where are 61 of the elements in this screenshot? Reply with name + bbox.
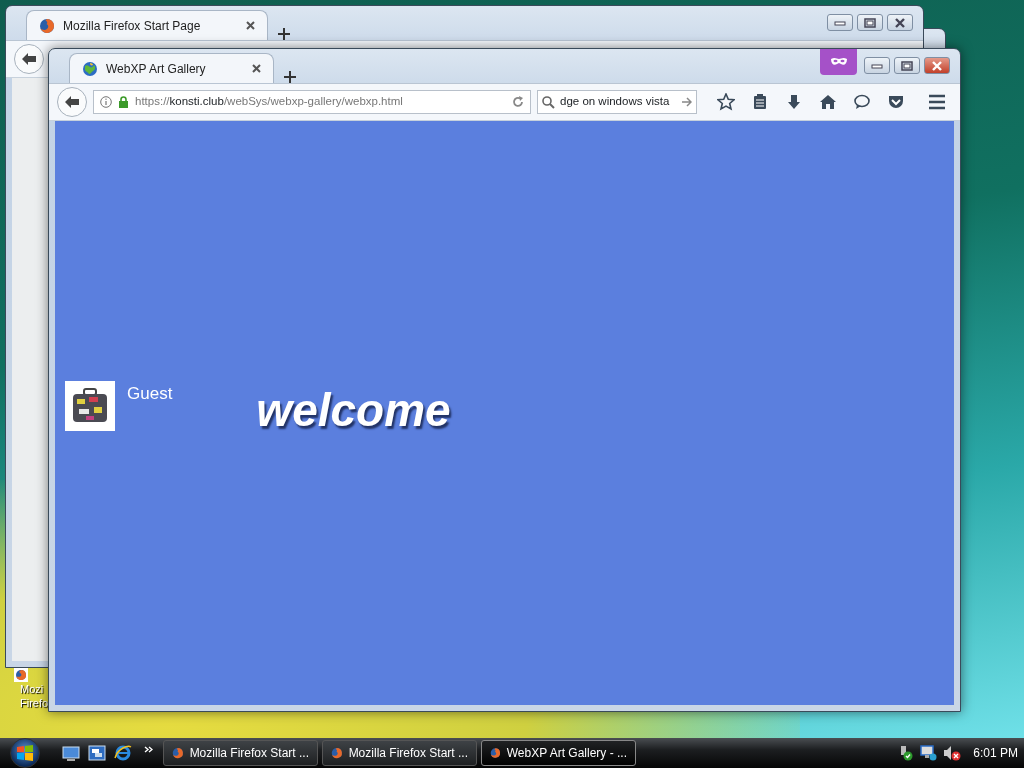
clipboard-list-icon[interactable] <box>751 93 769 111</box>
close-button[interactable] <box>887 14 913 31</box>
firefox-icon <box>490 745 501 761</box>
new-tab-icon[interactable] <box>283 71 296 83</box>
globe-icon <box>82 60 98 77</box>
chat-bubble-icon[interactable] <box>853 93 871 111</box>
welcome-heading: welcome <box>256 383 451 433</box>
browser-e-icon[interactable] <box>114 744 132 762</box>
firefox-icon <box>172 745 184 761</box>
back-button[interactable] <box>57 87 87 117</box>
clock[interactable]: 6:01 PM <box>973 744 1018 762</box>
search-field[interactable]: dge on windows vista <box>537 90 697 114</box>
mask-icon <box>829 57 848 67</box>
maximize-icon <box>901 60 913 71</box>
minimize-icon <box>871 62 883 69</box>
info-icon[interactable] <box>100 96 112 108</box>
reload-icon[interactable] <box>512 96 524 108</box>
window-switch-icon[interactable] <box>88 744 106 762</box>
network-icon[interactable] <box>919 745 938 761</box>
search-icon <box>542 95 555 109</box>
new-tab-icon[interactable] <box>278 28 291 40</box>
lock-icon <box>118 96 129 108</box>
download-icon[interactable] <box>785 93 803 111</box>
maximize-icon <box>864 17 876 28</box>
tab-title: WebXP Art Gallery <box>106 60 206 78</box>
maximize-button[interactable] <box>857 14 883 31</box>
back-button[interactable] <box>14 44 44 74</box>
windows-logo-icon <box>16 744 34 762</box>
home-icon[interactable] <box>819 93 837 111</box>
close-icon[interactable] <box>246 21 256 30</box>
close-icon <box>931 60 943 71</box>
tab-title: Mozilla Firefox Start Page <box>63 17 201 35</box>
chevrons-icon <box>144 745 153 753</box>
back-arrow-icon <box>21 52 37 66</box>
arrow-icon[interactable] <box>682 97 692 107</box>
back-arrow-icon <box>64 95 80 109</box>
firefox-icon <box>331 745 343 761</box>
firefox-icon <box>39 17 55 34</box>
icon-label: Mozi <box>20 682 44 696</box>
close-button[interactable] <box>924 57 950 74</box>
icon-label: Firefo <box>20 696 49 710</box>
menu-icon[interactable] <box>928 94 946 110</box>
browser-tab[interactable]: WebXP Art Gallery <box>69 53 274 83</box>
close-icon[interactable] <box>251 64 261 73</box>
browser-tab[interactable]: Mozilla Firefox Start Page <box>26 10 269 40</box>
pocket-icon[interactable] <box>887 93 905 111</box>
close-icon <box>894 17 906 28</box>
start-button[interactable] <box>10 738 40 768</box>
taskbar-button[interactable]: WebXP Art Gallery - ... <box>481 740 636 766</box>
taskbar-button[interactable]: Mozilla Firefox Start ... <box>322 740 477 766</box>
firefox-icon[interactable] <box>14 668 28 682</box>
user-name: Guest <box>127 383 173 405</box>
suitcase-icon <box>70 387 110 425</box>
minimize-button[interactable] <box>827 14 853 31</box>
minimize-button[interactable] <box>864 57 890 74</box>
star-icon[interactable] <box>717 93 735 111</box>
muted-speaker-icon[interactable] <box>943 745 962 761</box>
desktop-icon[interactable] <box>62 744 80 762</box>
taskbar-button[interactable]: Mozilla Firefox Start ... <box>163 740 318 766</box>
maximize-button[interactable] <box>894 57 920 74</box>
minimize-icon <box>834 19 846 26</box>
